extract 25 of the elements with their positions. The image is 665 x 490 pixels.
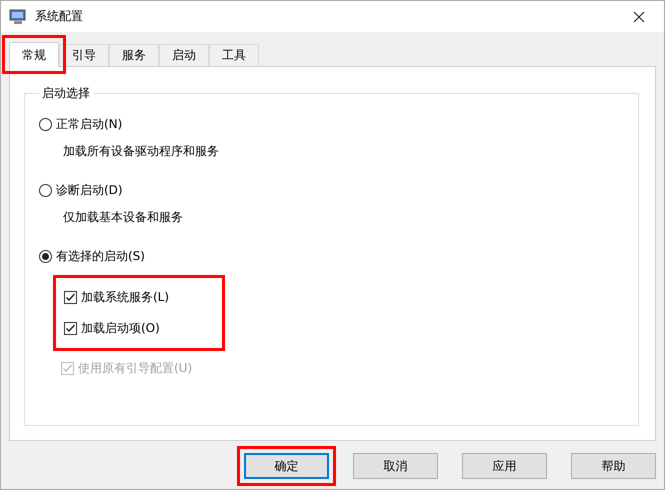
tab[interactable]: 引导 bbox=[59, 44, 109, 66]
radio-label: 有选择的启动(S) bbox=[56, 248, 145, 265]
tab[interactable]: 服务 bbox=[109, 44, 159, 66]
radio-label: 正常启动(N) bbox=[56, 116, 122, 133]
option-description: 仅加载基本设备和服务 bbox=[63, 209, 184, 226]
checkbox-label: 加载系统服务(L) bbox=[81, 289, 170, 306]
tab[interactable]: 启动 bbox=[159, 44, 209, 66]
dialog-button[interactable]: 取消 bbox=[353, 453, 438, 479]
checkbox-label: 使用原有引导配置(U) bbox=[78, 360, 192, 377]
monitor-icon bbox=[9, 8, 27, 24]
group-title: 启动选择 bbox=[41, 85, 91, 102]
checkbox[interactable] bbox=[64, 291, 77, 304]
checkbox[interactable] bbox=[64, 322, 77, 335]
option-description: 加载所有设备驱动程序和服务 bbox=[63, 143, 220, 160]
radio-button[interactable] bbox=[39, 250, 52, 263]
radio-button[interactable] bbox=[39, 184, 52, 197]
radio-label: 诊断启动(D) bbox=[56, 182, 123, 199]
window-title: 系统配置 bbox=[35, 8, 83, 25]
radio-button[interactable] bbox=[39, 118, 52, 131]
checkbox-label: 加载启动项(O) bbox=[81, 320, 160, 337]
close-icon[interactable] bbox=[632, 10, 646, 24]
dialog-button[interactable]: 帮助 bbox=[571, 453, 656, 479]
dialog-button[interactable]: 确定 bbox=[244, 453, 329, 479]
tab[interactable]: 工具 bbox=[209, 44, 259, 66]
dialog-button[interactable]: 应用 bbox=[462, 453, 547, 479]
